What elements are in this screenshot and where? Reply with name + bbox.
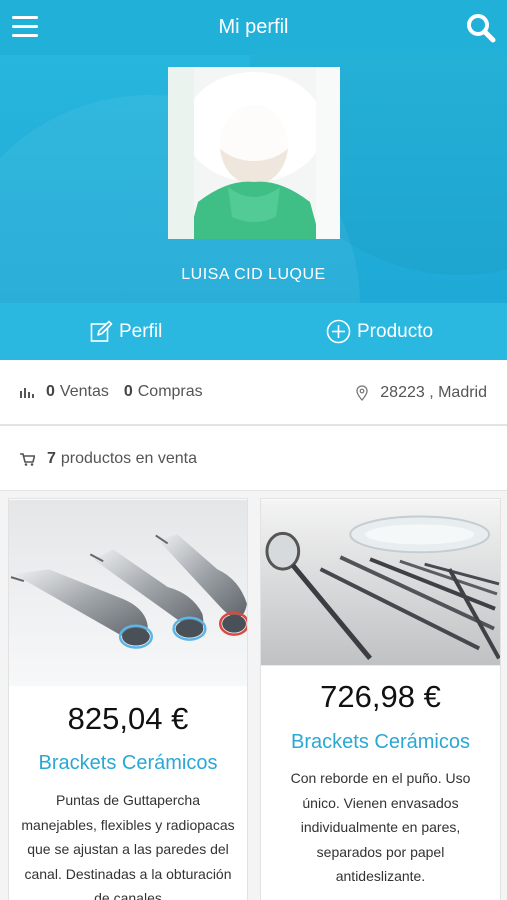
plus-circle-icon	[326, 319, 351, 344]
product-card[interactable]: 726,98 € Brackets Cerámicos Con reborde …	[260, 498, 501, 900]
product-description: Puntas de Guttapercha manejables, flexib…	[21, 792, 235, 900]
action-bar: Perfil Producto	[0, 303, 507, 360]
stats-row: 0 Ventas 0 Compras 28223 , Madrid	[0, 360, 507, 426]
profile-header: LUISA CID LUQUE	[0, 55, 507, 303]
products-count-row: 7 productos en venta	[0, 428, 507, 491]
product-price: 825,04 €	[67, 701, 189, 736]
product-card[interactable]: 825,04 € Brackets Cerámicos Puntas de Gu…	[8, 498, 248, 900]
product-description: Con reborde en el puño. Uso único. Viene…	[290, 770, 471, 884]
product-image	[261, 499, 500, 666]
add-product-button[interactable]: Producto	[326, 303, 433, 360]
edit-icon	[90, 320, 113, 342]
page-title: Mi perfil	[218, 16, 289, 38]
edit-profile-label: Perfil	[119, 320, 163, 342]
edit-profile-button[interactable]: Perfil	[90, 303, 162, 360]
bar-chart-icon	[20, 388, 34, 398]
products-count-label: productos en venta	[60, 450, 197, 467]
purchases-label: Compras	[137, 383, 203, 400]
products-count: 7	[47, 450, 56, 467]
product-title[interactable]: Brackets Cerámicos	[261, 731, 500, 754]
location: 28223 , Madrid	[356, 384, 487, 402]
product-price: 726,98 €	[320, 679, 441, 714]
cart-icon	[20, 452, 35, 466]
user-name: LUISA CID LUQUE	[181, 266, 326, 283]
sales-label: Ventas	[59, 383, 109, 400]
purchases-count: 0	[123, 383, 133, 400]
add-product-label: Producto	[357, 320, 434, 342]
sales-count: 0	[46, 383, 55, 400]
location-pin-icon	[356, 385, 368, 401]
product-title[interactable]: Brackets Cerámicos	[9, 752, 247, 775]
product-image	[9, 499, 247, 687]
top-bar: Mi perfil	[0, 0, 507, 55]
search-icon[interactable]	[465, 12, 497, 44]
avatar	[168, 67, 340, 239]
location-text: 28223 , Madrid	[380, 384, 487, 401]
